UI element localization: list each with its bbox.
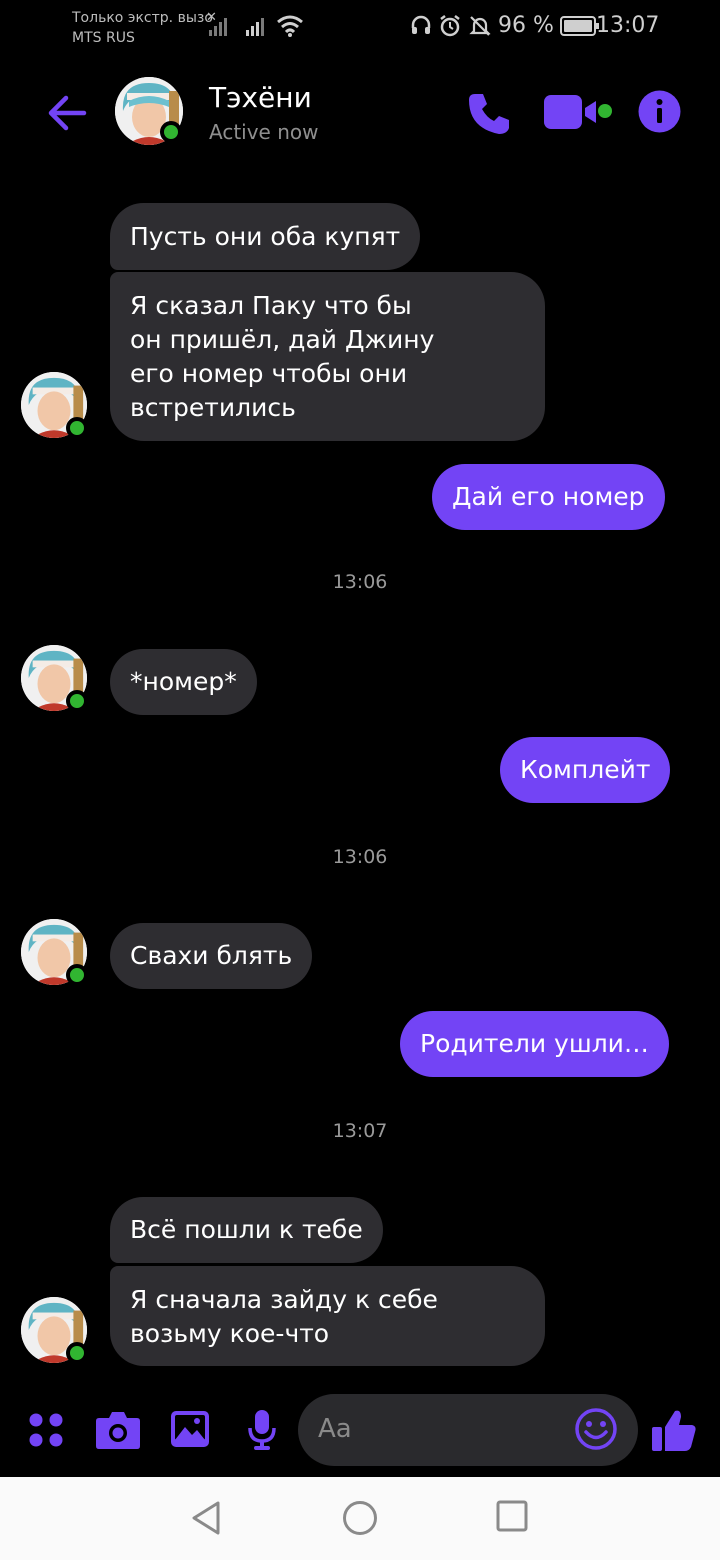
status-bar: Только экстр. вызо MTS RUS ✕ 96 % 13:07: [0, 0, 720, 56]
nav-recents-icon[interactable]: [495, 1499, 529, 1533]
outgoing-message[interactable]: Комплейт: [500, 737, 671, 803]
emoji-icon[interactable]: [574, 1407, 618, 1451]
online-indicator: [66, 964, 88, 986]
online-indicator: [66, 417, 88, 439]
message-text: Свахи блять: [130, 941, 293, 970]
signal-icon: [209, 18, 227, 36]
carrier-line-1: Только экстр. вызо: [72, 10, 213, 26]
message-composer: Aa: [0, 1385, 720, 1477]
carrier-info: Только экстр. вызо MTS RUS: [72, 8, 213, 48]
timestamp: 13:06: [332, 571, 388, 593]
incoming-message[interactable]: Пусть они оба купят: [110, 203, 421, 270]
carrier-line-2: MTS RUS: [72, 30, 135, 46]
timestamp: 13:07: [332, 1120, 388, 1142]
message-input[interactable]: Aa: [298, 1394, 638, 1466]
message-line: Я сначала зайду к себе: [130, 1285, 438, 1314]
message-text: Комплейт: [520, 755, 651, 784]
timestamp: 13:06: [332, 846, 388, 868]
system-nav-bar: [0, 1477, 720, 1560]
message-text: Всё пошли к тебе: [130, 1215, 363, 1244]
message-text: Родители ушли…: [420, 1029, 649, 1058]
incoming-message[interactable]: Свахи блять: [110, 923, 313, 989]
message-text: Дай его номер: [452, 482, 645, 511]
outgoing-message[interactable]: Родители ушли…: [400, 1011, 669, 1077]
chat-header: Тэхёни Active now: [0, 56, 720, 172]
nav-home-icon[interactable]: [341, 1499, 379, 1537]
video-camera-icon[interactable]: [542, 92, 616, 132]
message-line: он пришёл, дай Джину: [130, 325, 435, 354]
signal-icon: [246, 18, 264, 36]
microphone-icon[interactable]: [247, 1409, 277, 1451]
message-line: его номер чтобы они: [130, 359, 408, 388]
gallery-icon[interactable]: [170, 1410, 210, 1448]
contact-name[interactable]: Тэхёни: [209, 81, 312, 114]
online-indicator: [160, 121, 182, 143]
contact-status: Active now: [209, 120, 319, 144]
incoming-message[interactable]: Я сказал Паку что бы он пришёл, дай Джин…: [110, 272, 545, 441]
incoming-message[interactable]: *номер*: [110, 649, 257, 715]
info-icon[interactable]: [637, 89, 682, 134]
online-indicator: [66, 1342, 88, 1364]
message-line: встретились: [130, 393, 296, 422]
message-line: возьму кое-что: [130, 1319, 330, 1348]
headset-icon: [411, 15, 431, 34]
message-text: Пусть они оба купят: [130, 222, 401, 251]
bell-off-icon: [469, 15, 491, 36]
status-icons: 96 %: [410, 13, 600, 38]
input-placeholder: Aa: [318, 1414, 352, 1444]
phone-icon[interactable]: [465, 90, 513, 138]
outgoing-message[interactable]: Дай его номер: [432, 464, 665, 530]
online-indicator: [66, 690, 88, 712]
incoming-message[interactable]: Всё пошли к тебе: [110, 1197, 383, 1263]
camera-icon[interactable]: [95, 1410, 141, 1450]
back-arrow-icon[interactable]: [44, 90, 90, 136]
battery-percent: 96 %: [498, 13, 554, 38]
thumbs-up-icon[interactable]: [651, 1407, 697, 1453]
apps-grid-icon[interactable]: [28, 1412, 64, 1448]
alarm-icon: [440, 14, 460, 36]
message-line: Я сказал Паку что бы: [130, 291, 412, 320]
message-text: *номер*: [130, 667, 237, 696]
battery-icon: [559, 15, 599, 36]
wifi-icon: [277, 15, 303, 37]
clock: 13:07: [596, 13, 660, 38]
incoming-message[interactable]: Я сначала зайду к себе возьму кое-что: [110, 1266, 545, 1366]
nav-back-icon[interactable]: [188, 1499, 224, 1537]
